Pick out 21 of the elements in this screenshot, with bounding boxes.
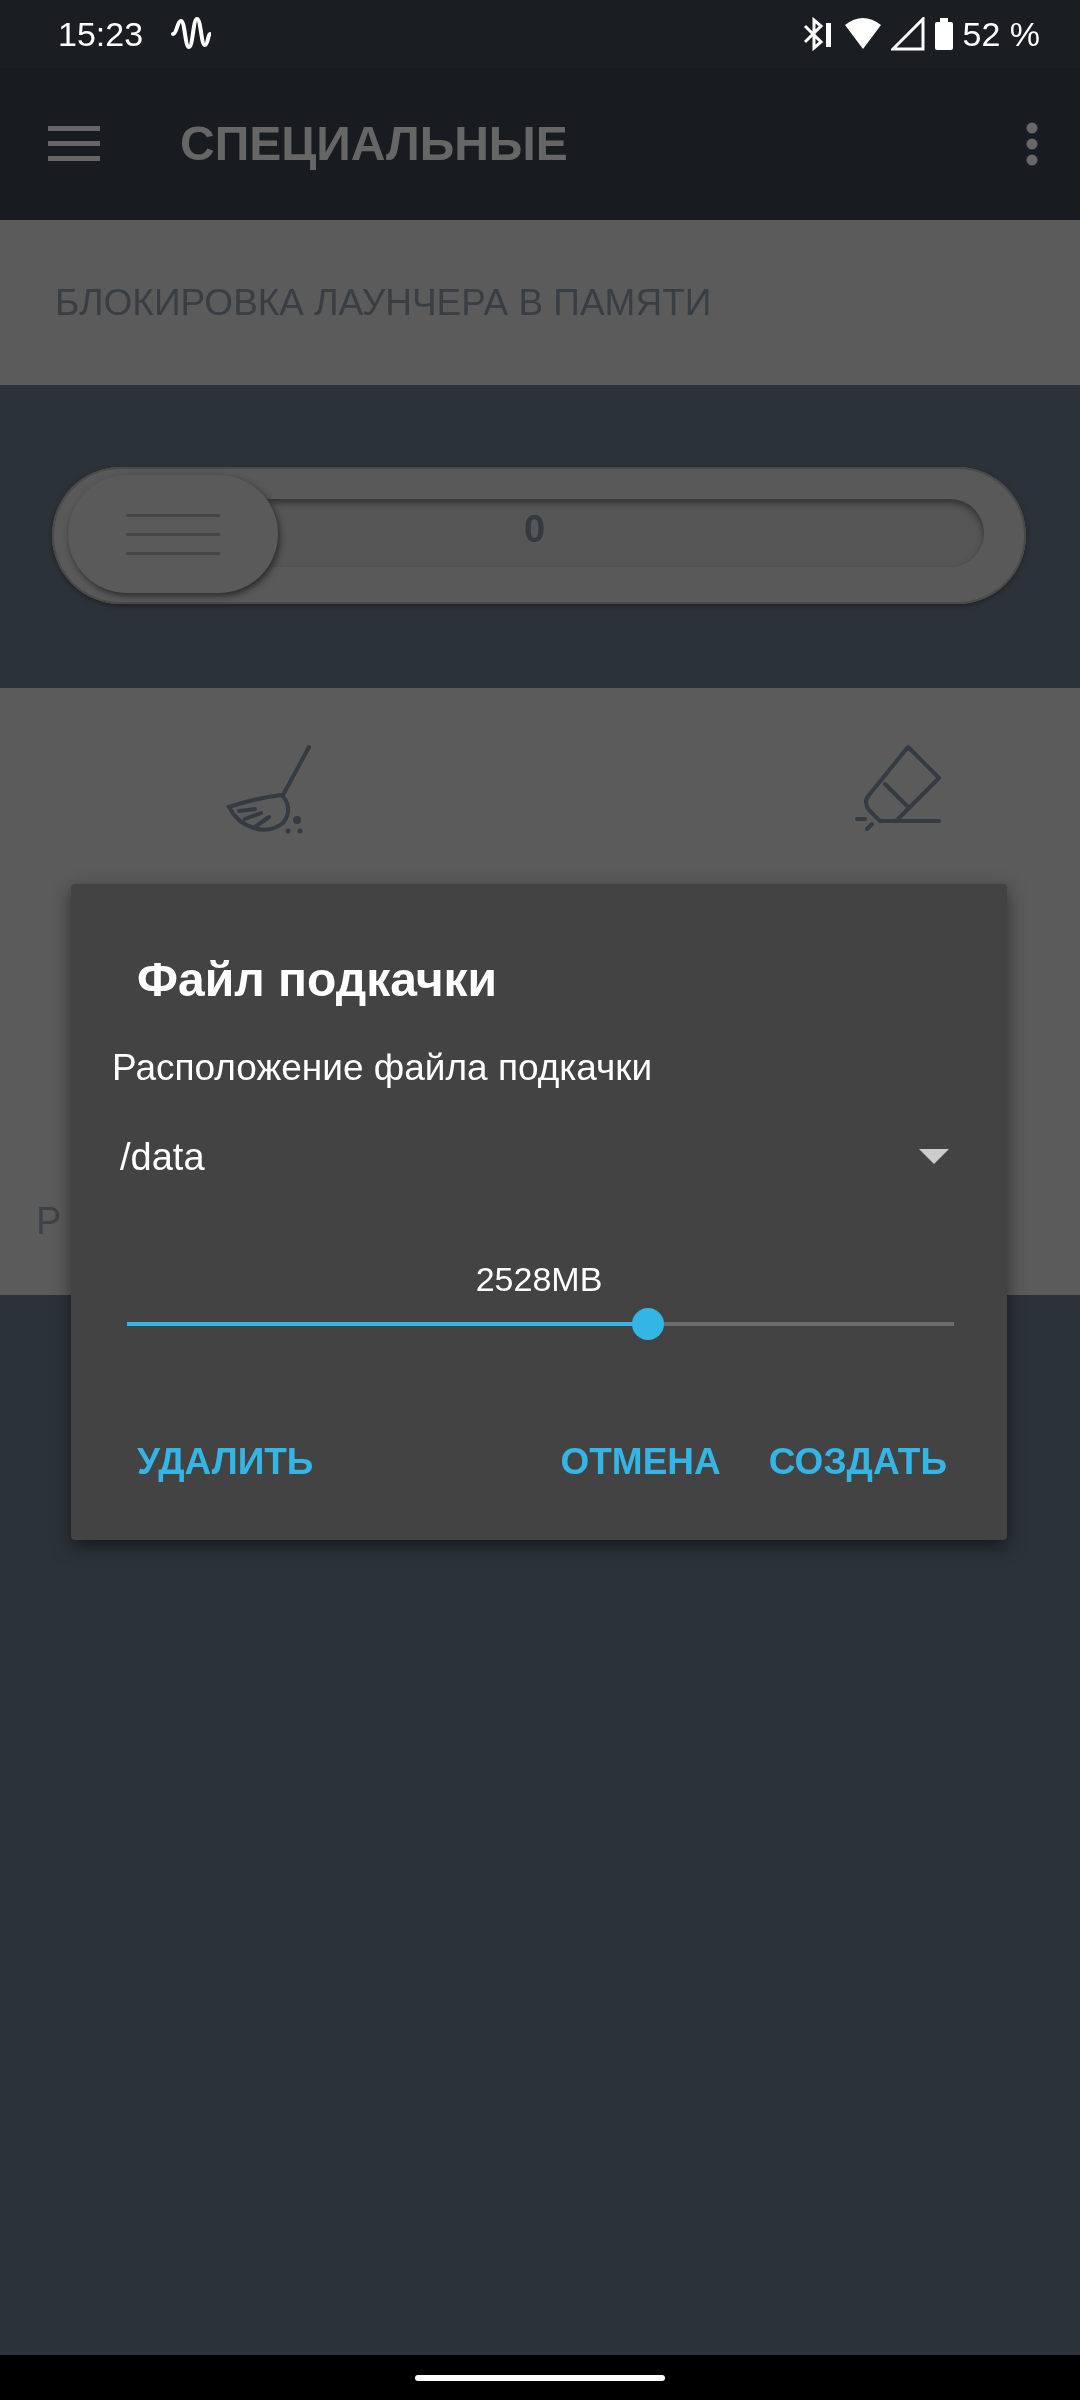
size-slider[interactable] xyxy=(127,1308,954,1340)
wifi-icon xyxy=(842,17,883,51)
size-reading: 2528MB xyxy=(474,1259,604,1300)
more-options-icon[interactable] xyxy=(1024,122,1040,166)
menu-icon[interactable] xyxy=(48,124,100,164)
battery-icon xyxy=(932,17,955,51)
dialog-title: Файл подкачки xyxy=(137,952,498,1008)
slider-handle[interactable] xyxy=(68,475,278,593)
dialog-button[interactable]: УДАЛИТЬ xyxy=(121,1424,330,1500)
caret-icon xyxy=(919,1149,949,1165)
status-time: 15:23 xyxy=(58,13,144,55)
dialog-button[interactable]: ОТМЕНА xyxy=(544,1424,737,1500)
dialog-button[interactable]: СОЗДАТЬ xyxy=(752,1424,963,1500)
field-label: Расположение файла подкачки xyxy=(112,1046,653,1090)
home-handle[interactable] xyxy=(415,2374,665,2381)
toolbar-title: СПЕЦИАЛЬНЫЕ xyxy=(180,116,568,172)
slider-thumb[interactable] xyxy=(632,1308,664,1340)
signal-icon xyxy=(890,17,925,51)
dropdown[interactable]: /data xyxy=(112,1122,967,1192)
battery-percent: 52 % xyxy=(962,13,1040,55)
waveform-icon xyxy=(171,17,212,51)
